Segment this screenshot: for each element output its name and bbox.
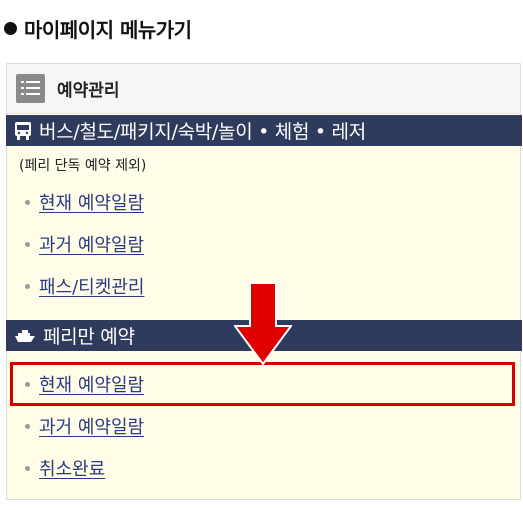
bullet-dot-icon <box>4 21 17 35</box>
link-ferry-cancelled[interactable]: 취소완료 <box>17 455 105 481</box>
link-text[interactable]: 과거 예약일람 <box>39 413 144 439</box>
section-heading: 페리만 예약 <box>43 326 135 348</box>
down-arrow-icon <box>233 282 293 370</box>
bullet-icon <box>25 199 30 205</box>
ship-icon <box>14 328 36 344</box>
bullet-icon <box>25 423 30 429</box>
link-text[interactable]: 과거 예약일람 <box>39 231 144 257</box>
link-ferry-past-reservations[interactable]: 과거 예약일람 <box>17 413 144 439</box>
bus-icon <box>14 121 32 141</box>
bullet-icon <box>25 465 30 471</box>
link-text[interactable]: 현재 예약일람 <box>39 189 144 215</box>
list-icon <box>16 74 45 103</box>
bullet-icon <box>25 283 30 289</box>
bullet-icon <box>25 241 30 247</box>
section-note: (페리 단독 예약 제외) <box>19 158 147 174</box>
panel-header: 예약관리 <box>7 64 520 114</box>
section-header-bus-rail: 버스/철도/패키지/숙박/놀이 • 체험 • 레저 <box>6 115 522 146</box>
page-title-text: 마이페이지 메뉴가기 <box>24 17 192 42</box>
link-text[interactable]: 패스/티켓관리 <box>39 273 144 299</box>
link-pass-ticket-manage[interactable]: 패스/티켓관리 <box>17 273 144 299</box>
section-heading: 버스/철도/패키지/숙박/놀이 • 체험 • 레저 <box>39 121 366 143</box>
link-text[interactable]: 취소완료 <box>39 455 105 481</box>
panel-title: 예약관리 <box>57 81 120 101</box>
link-current-reservations[interactable]: 현재 예약일람 <box>17 189 144 215</box>
page-title: 마이페이지 메뉴가기 <box>4 13 192 43</box>
link-past-reservations[interactable]: 과거 예약일람 <box>17 231 144 257</box>
